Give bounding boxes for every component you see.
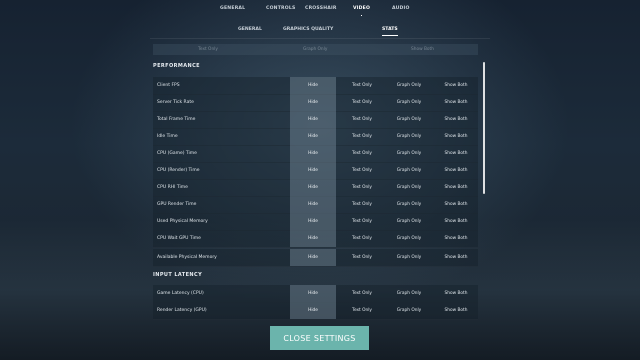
- sub-nav-divider: [150, 38, 490, 39]
- option-hide[interactable]: Hide: [290, 230, 336, 247]
- option-graph-only[interactable]: Graph Only: [386, 196, 432, 213]
- option-show-both[interactable]: Show Both: [433, 94, 479, 111]
- option-text-only[interactable]: Text Only: [339, 94, 385, 111]
- option-graph-only[interactable]: Graph Only: [386, 213, 432, 230]
- option-hide[interactable]: Hide: [290, 94, 336, 111]
- header-show-both: Show Both: [411, 47, 434, 52]
- option-graph-only[interactable]: Graph Only: [386, 145, 432, 162]
- option-show-both[interactable]: Show Both: [433, 111, 479, 128]
- option-show-both[interactable]: Show Both: [433, 196, 479, 213]
- setting-label: Total Frame Time: [157, 117, 196, 122]
- option-text-only[interactable]: Text Only: [339, 111, 385, 128]
- subtab-graphics-quality[interactable]: GRAPHICS QUALITY: [283, 26, 333, 34]
- setting-label: CPU (Game) Time: [157, 151, 197, 156]
- option-show-both[interactable]: Show Both: [433, 230, 479, 247]
- option-hide[interactable]: Hide: [290, 249, 336, 266]
- setting-row-client-fps: Client FPS Hide Text Only Graph Only Sho…: [153, 77, 478, 95]
- setting-row-idle-time: Idle Time Hide Text Only Graph Only Show…: [153, 128, 478, 146]
- option-text-only[interactable]: Text Only: [339, 285, 385, 302]
- option-hide[interactable]: Hide: [290, 162, 336, 179]
- setting-label: Render Latency (GPU): [157, 308, 207, 313]
- option-graph-only[interactable]: Graph Only: [386, 128, 432, 145]
- option-text-only[interactable]: Text Only: [339, 249, 385, 266]
- option-graph-only[interactable]: Graph Only: [386, 302, 432, 319]
- option-show-both[interactable]: Show Both: [433, 285, 479, 302]
- option-text-only[interactable]: Text Only: [339, 179, 385, 196]
- setting-row-cpu-rhi-time: CPU RHI Time Hide Text Only Graph Only S…: [153, 179, 478, 197]
- setting-row-game-latency-cpu: Game Latency (CPU) Hide Text Only Graph …: [153, 285, 478, 303]
- subtab-stats[interactable]: STATS: [382, 26, 398, 36]
- option-graph-only[interactable]: Graph Only: [386, 179, 432, 196]
- option-text-only[interactable]: Text Only: [339, 77, 385, 94]
- option-graph-only[interactable]: Graph Only: [386, 285, 432, 302]
- option-graph-only[interactable]: Graph Only: [386, 249, 432, 266]
- option-text-only[interactable]: Text Only: [339, 302, 385, 319]
- section-title-input-latency: INPUT LATENCY: [153, 272, 203, 278]
- option-text-only[interactable]: Text Only: [339, 213, 385, 230]
- close-settings-button[interactable]: CLOSE SETTINGS: [270, 326, 369, 350]
- option-text-only[interactable]: Text Only: [339, 230, 385, 247]
- header-text-only: Text Only: [198, 47, 218, 52]
- option-hide[interactable]: Hide: [290, 145, 336, 162]
- option-show-both[interactable]: Show Both: [433, 128, 479, 145]
- option-text-only[interactable]: Text Only: [339, 162, 385, 179]
- option-graph-only[interactable]: Graph Only: [386, 77, 432, 94]
- setting-row-available-physical-memory: Available Physical Memory Hide Text Only…: [153, 249, 478, 267]
- option-graph-only[interactable]: Graph Only: [386, 94, 432, 111]
- option-show-both[interactable]: Show Both: [433, 249, 479, 266]
- section-title-performance: PERFORMANCE: [153, 63, 200, 69]
- setting-label: Used Physical Memory: [157, 219, 208, 224]
- setting-label: Server Tick Rate: [157, 100, 194, 105]
- option-hide[interactable]: Hide: [290, 213, 336, 230]
- vertical-scrollbar[interactable]: [483, 62, 485, 194]
- setting-row-gpu-render-time: GPU Render Time Hide Text Only Graph Onl…: [153, 196, 478, 214]
- setting-label: Available Physical Memory: [157, 255, 217, 260]
- setting-row-total-frame-time: Total Frame Time Hide Text Only Graph On…: [153, 111, 478, 129]
- option-hide[interactable]: Hide: [290, 196, 336, 213]
- option-show-both[interactable]: Show Both: [433, 77, 479, 94]
- option-text-only[interactable]: Text Only: [339, 128, 385, 145]
- option-show-both[interactable]: Show Both: [433, 162, 479, 179]
- option-show-both[interactable]: Show Both: [433, 179, 479, 196]
- column-header-strip: Text Only Graph Only Show Both: [153, 44, 478, 55]
- stats-settings-panel: PERFORMANCE Client FPS Hide Text Only Gr…: [149, 62, 479, 324]
- option-hide[interactable]: Hide: [290, 128, 336, 145]
- setting-label: Idle Time: [157, 134, 178, 139]
- tab-controls[interactable]: CONTROLS: [266, 4, 296, 14]
- tab-video[interactable]: VIDEO: [353, 4, 370, 16]
- option-graph-only[interactable]: Graph Only: [386, 230, 432, 247]
- setting-row-server-tick-rate: Server Tick Rate Hide Text Only Graph On…: [153, 94, 478, 112]
- option-graph-only[interactable]: Graph Only: [386, 111, 432, 128]
- setting-label: Game Latency (CPU): [157, 291, 204, 296]
- setting-row-render-latency-gpu: Render Latency (GPU) Hide Text Only Grap…: [153, 302, 478, 320]
- setting-label: CPU Wait GPU Time: [157, 236, 201, 241]
- setting-row-cpu-render-time: CPU (Render) Time Hide Text Only Graph O…: [153, 162, 478, 180]
- option-text-only[interactable]: Text Only: [339, 145, 385, 162]
- tab-crosshair[interactable]: CROSSHAIR: [305, 4, 337, 14]
- setting-label: CPU (Render) Time: [157, 168, 200, 173]
- setting-row-used-physical-memory: Used Physical Memory Hide Text Only Grap…: [153, 213, 478, 231]
- option-hide[interactable]: Hide: [290, 285, 336, 302]
- header-graph-only: Graph Only: [303, 47, 328, 52]
- sub-nav: GENERAL GRAPHICS QUALITY STATS: [0, 26, 640, 36]
- option-hide[interactable]: Hide: [290, 77, 336, 94]
- setting-label: CPU RHI Time: [157, 185, 188, 190]
- option-show-both[interactable]: Show Both: [433, 213, 479, 230]
- tab-general[interactable]: GENERAL: [220, 4, 245, 14]
- tab-audio[interactable]: AUDIO: [392, 4, 410, 14]
- option-text-only[interactable]: Text Only: [339, 196, 385, 213]
- option-graph-only[interactable]: Graph Only: [386, 162, 432, 179]
- setting-label: GPU Render Time: [157, 202, 197, 207]
- option-hide[interactable]: Hide: [290, 302, 336, 319]
- setting-label: Client FPS: [157, 83, 180, 88]
- setting-row-cpu-wait-gpu-time: CPU Wait GPU Time Hide Text Only Graph O…: [153, 230, 478, 248]
- subtab-general[interactable]: GENERAL: [238, 26, 262, 34]
- setting-row-cpu-game-time: CPU (Game) Time Hide Text Only Graph Onl…: [153, 145, 478, 163]
- option-show-both[interactable]: Show Both: [433, 302, 479, 319]
- option-hide[interactable]: Hide: [290, 111, 336, 128]
- option-hide[interactable]: Hide: [290, 179, 336, 196]
- option-show-both[interactable]: Show Both: [433, 145, 479, 162]
